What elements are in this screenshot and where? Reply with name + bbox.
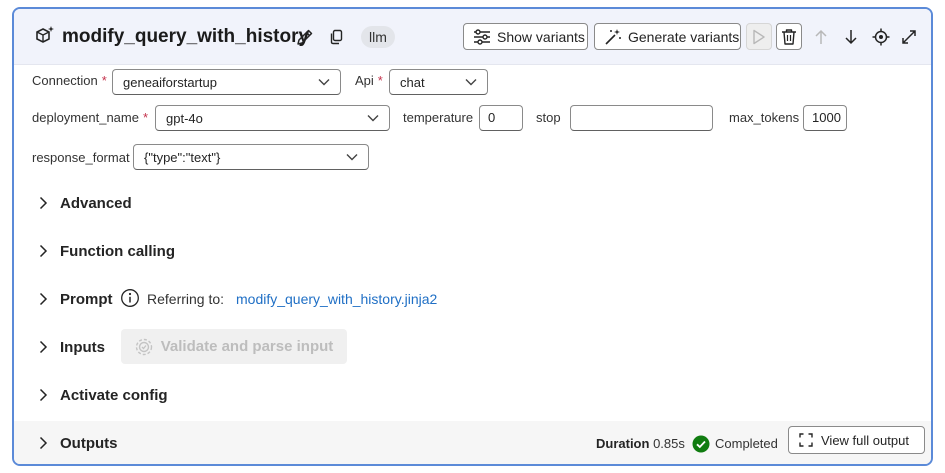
view-full-output-button[interactable]: View full output	[788, 426, 925, 454]
section-function-calling[interactable]: Function calling	[14, 229, 931, 273]
section-prompt[interactable]: Prompt Referring to: modify_query_with_h…	[14, 277, 931, 321]
chevron-right-icon	[36, 244, 50, 258]
variants-icon	[473, 28, 491, 45]
expand-button[interactable]	[896, 23, 922, 50]
locate-node-button[interactable]	[868, 23, 894, 50]
show-variants-button[interactable]: Show variants	[463, 23, 588, 50]
connection-value: geneaiforstartup	[123, 74, 217, 90]
temperature-label: temperature	[403, 110, 474, 125]
arrow-down-icon	[844, 29, 858, 45]
stop-label: stop	[536, 110, 561, 125]
trash-icon	[781, 28, 797, 46]
response-format-value: {"type":"text"}	[144, 149, 221, 165]
chevron-right-icon	[36, 292, 50, 306]
generate-variants-button[interactable]: Generate variants	[594, 23, 741, 50]
section-function-calling-title: Function calling	[60, 242, 175, 260]
validate-icon	[135, 338, 153, 356]
validate-button-label: Validate and parse input	[160, 338, 334, 355]
chevron-right-icon	[36, 196, 50, 210]
run-node-button[interactable]	[746, 23, 772, 50]
stop-input[interactable]	[570, 105, 713, 131]
section-activate-config[interactable]: Activate config	[14, 373, 931, 417]
max-tokens-label: max_tokens	[729, 110, 800, 125]
play-icon	[752, 29, 766, 45]
run-status: Completed	[692, 435, 778, 453]
chevron-right-icon	[36, 436, 50, 450]
section-outputs[interactable]: Outputs Duration 0.85s Completed View fu…	[14, 421, 931, 464]
prompt-file-link[interactable]: modify_query_with_history.jinja2	[236, 291, 437, 307]
duration-text: Duration 0.85s	[596, 436, 685, 451]
response-format-dropdown[interactable]: {"type":"text"}	[133, 144, 369, 170]
section-advanced[interactable]: Advanced	[14, 181, 931, 225]
deployment-name-label: deployment_name *	[32, 110, 149, 125]
move-up-button[interactable]	[808, 23, 834, 50]
check-circle-icon	[692, 435, 710, 453]
llm-node-icon	[34, 25, 56, 47]
llm-node-card: modify_query_with_history llm Show varia…	[12, 7, 933, 466]
validate-and-parse-input-button[interactable]: Validate and parse input	[121, 329, 347, 364]
generate-variants-label: Generate variants	[628, 28, 740, 45]
section-inputs-title: Inputs	[60, 338, 105, 356]
api-label: Api *	[355, 73, 383, 88]
chevron-down-icon	[465, 78, 477, 86]
chevron-down-icon	[367, 114, 379, 122]
section-activate-config-title: Activate config	[60, 386, 168, 404]
fullscreen-icon	[799, 433, 813, 447]
chevron-right-icon	[36, 388, 50, 402]
connection-label: Connection *	[32, 73, 107, 88]
move-down-button[interactable]	[838, 23, 864, 50]
view-full-output-label: View full output	[821, 432, 909, 448]
deployment-name-value: gpt-4o	[166, 110, 203, 126]
section-outputs-title: Outputs	[60, 435, 118, 452]
node-title: modify_query_with_history	[62, 26, 310, 47]
run-status-label: Completed	[715, 436, 778, 451]
edit-name-icon[interactable]	[292, 24, 318, 50]
show-variants-label: Show variants	[497, 28, 585, 45]
max-tokens-input[interactable]: 1000	[803, 105, 847, 131]
deployment-name-dropdown[interactable]: gpt-4o	[155, 105, 390, 131]
chevron-down-icon	[346, 153, 358, 161]
prompt-ref-label: Referring to:	[147, 291, 225, 307]
section-inputs[interactable]: Inputs Validate and parse input	[14, 325, 931, 369]
copy-icon[interactable]	[324, 24, 350, 50]
chevron-down-icon	[318, 78, 330, 86]
node-header: modify_query_with_history llm Show varia…	[14, 9, 931, 65]
info-icon[interactable]	[120, 288, 140, 308]
chevron-right-icon	[36, 340, 50, 354]
connection-dropdown[interactable]: geneaiforstartup	[112, 69, 341, 95]
expand-icon	[901, 29, 917, 45]
response-format-label: response_format	[32, 150, 130, 165]
target-icon	[872, 28, 890, 46]
section-advanced-title: Advanced	[60, 194, 132, 212]
arrow-up-icon	[814, 29, 828, 45]
api-dropdown[interactable]: chat	[389, 69, 488, 95]
magic-wand-icon	[604, 28, 622, 46]
node-type-badge: llm	[361, 26, 395, 48]
api-value: chat	[400, 74, 425, 90]
temperature-input[interactable]: 0	[479, 105, 523, 131]
section-prompt-title: Prompt	[60, 290, 113, 308]
delete-node-button[interactable]	[776, 23, 802, 50]
